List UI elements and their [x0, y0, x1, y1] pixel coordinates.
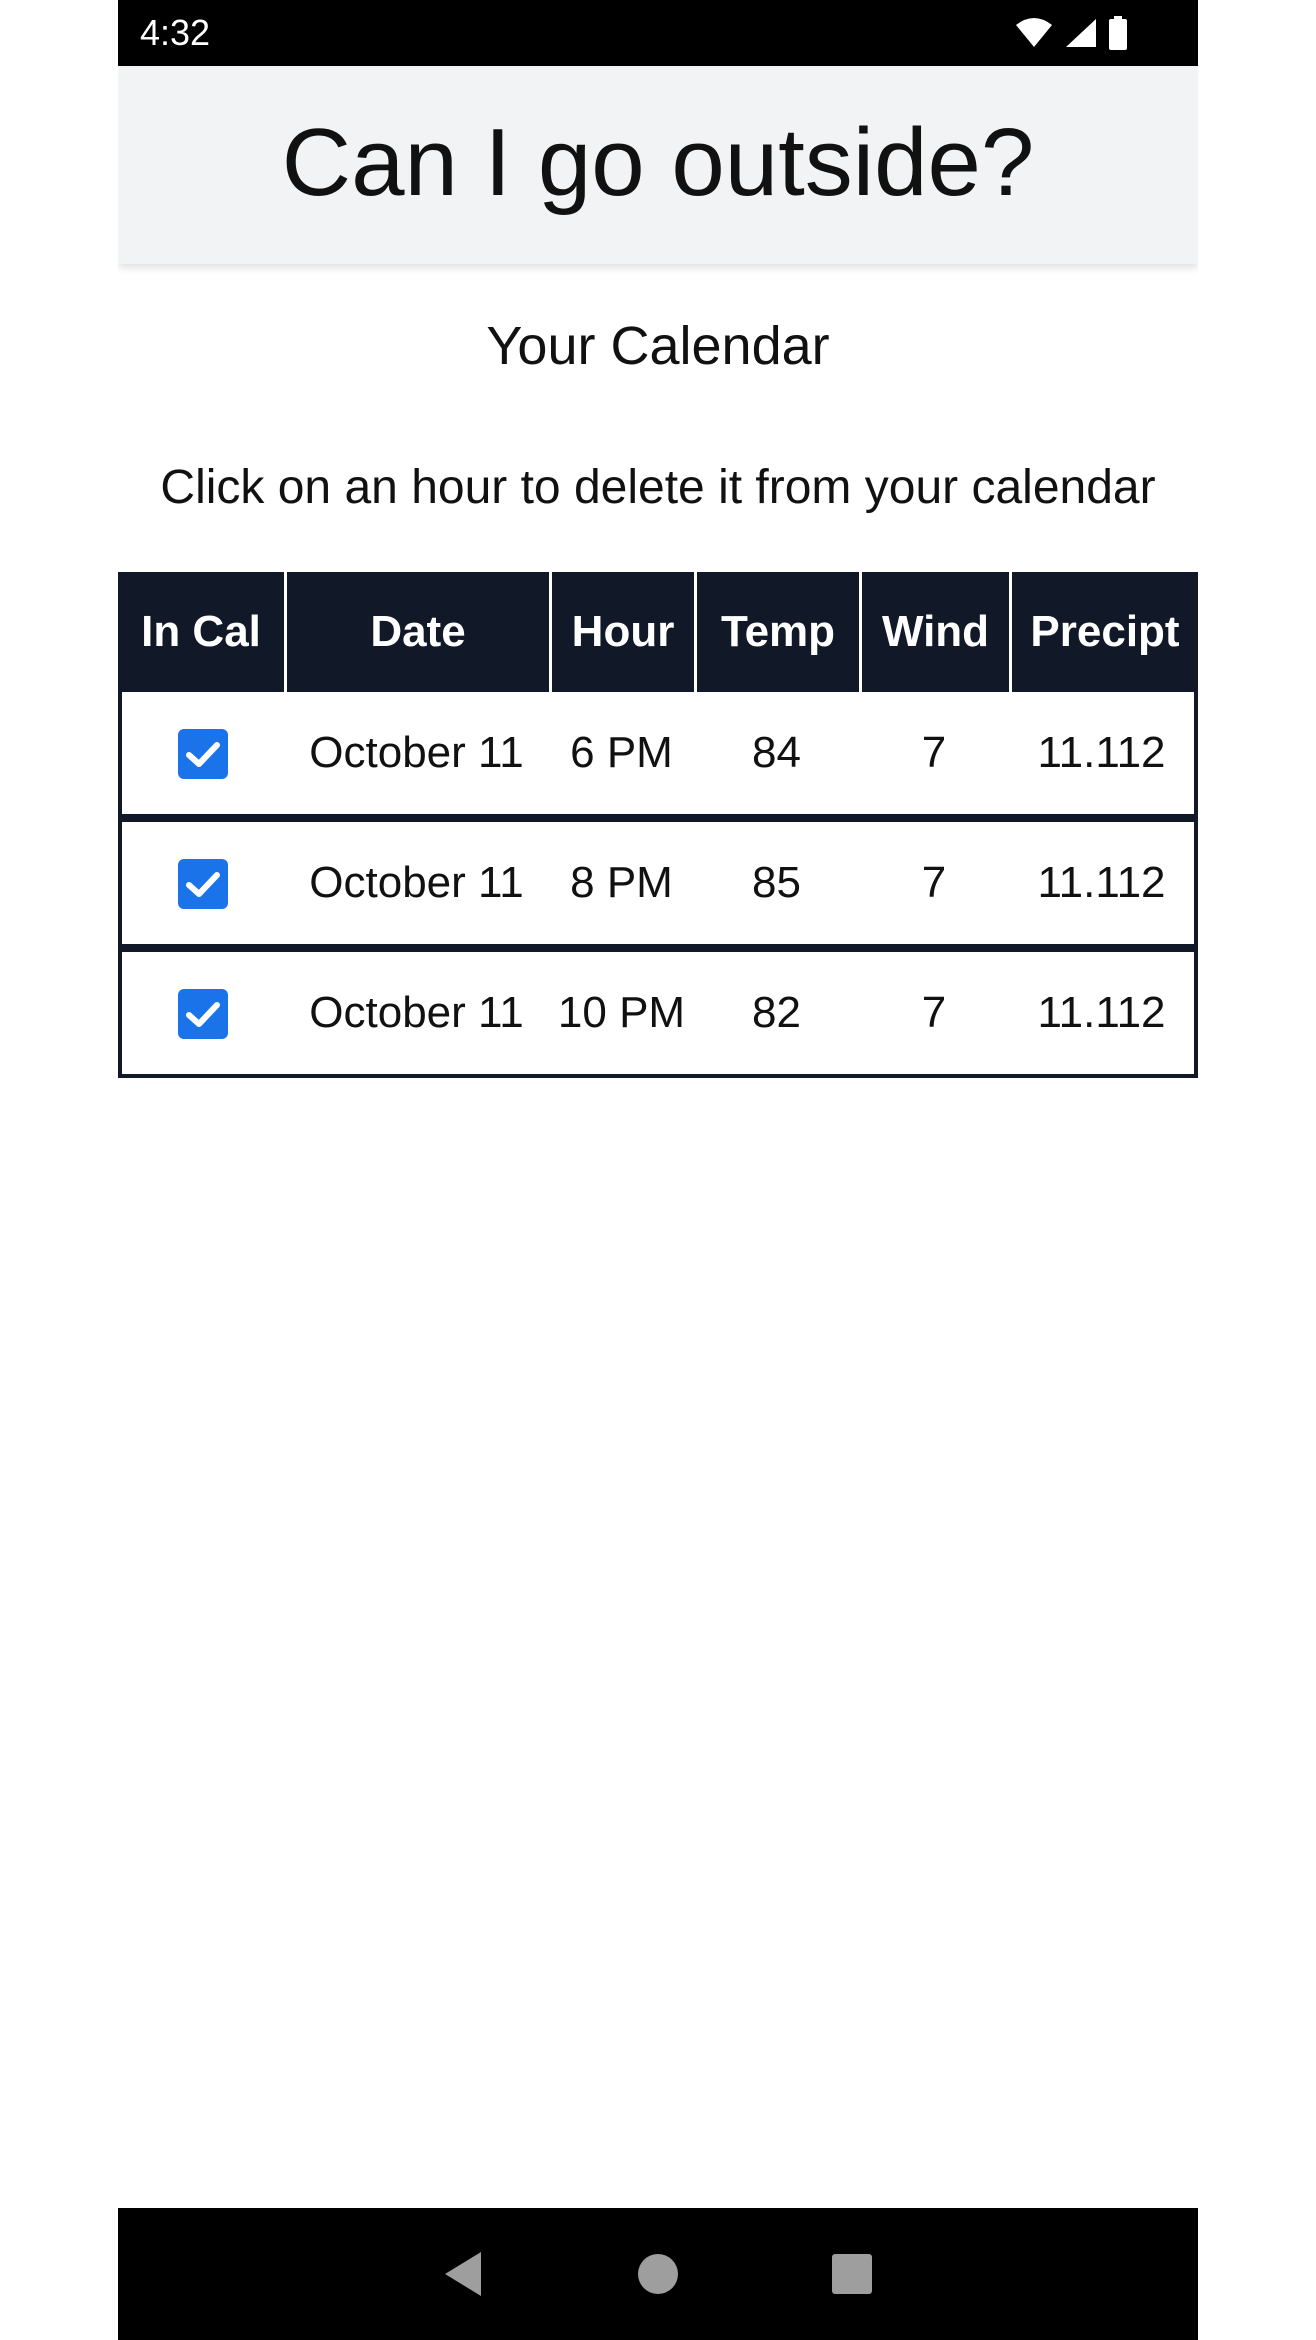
checkmark-icon [186, 742, 220, 768]
wind-cell: 7 [859, 948, 1009, 1078]
home-button[interactable] [592, 2208, 724, 2340]
wind-cell: 7 [859, 692, 1009, 818]
calendar-table: In Cal Date Hour Temp Wind Precipt Octob… [118, 572, 1198, 1078]
back-icon [445, 2252, 481, 2296]
table-row[interactable]: October 11 10 PM 82 7 11.112 [118, 948, 1198, 1078]
column-header-wind: Wind [859, 572, 1009, 692]
table-row[interactable]: October 11 8 PM 85 7 11.112 [118, 818, 1198, 948]
back-button[interactable] [398, 2208, 530, 2340]
precip-cell: 11.112 [1009, 692, 1198, 818]
temp-cell: 84 [694, 692, 859, 818]
phone-screen: 4:32 Can I go outside? Your Calendar Cli… [118, 0, 1198, 2340]
in-cal-checkbox[interactable] [178, 729, 228, 780]
navigation-bar [118, 2208, 1198, 2340]
temp-cell: 85 [694, 818, 859, 948]
checkmark-icon [186, 872, 220, 898]
recents-button[interactable] [786, 2208, 918, 2340]
calendar-title: Your Calendar [486, 316, 830, 376]
date-cell: October 11 [284, 818, 549, 948]
precip-cell: 11.112 [1009, 948, 1198, 1078]
status-bar: 4:32 [118, 0, 1198, 66]
column-header-hour: Hour [549, 572, 694, 692]
in-cal-checkbox[interactable] [178, 989, 228, 1040]
table-header-row: In Cal Date Hour Temp Wind Precipt [118, 572, 1198, 692]
battery-icon [1108, 16, 1128, 50]
precip-cell: 11.112 [1009, 818, 1198, 948]
hour-cell[interactable]: 6 PM [549, 692, 694, 818]
hour-cell[interactable]: 8 PM [549, 818, 694, 948]
app-header: Can I go outside? [118, 66, 1198, 264]
column-header-date: Date [284, 572, 549, 692]
recents-icon [832, 2254, 872, 2294]
status-time: 4:32 [140, 12, 211, 53]
checkmark-icon [186, 1002, 220, 1028]
hour-cell[interactable]: 10 PM [549, 948, 694, 1078]
column-header-temp: Temp [694, 572, 859, 692]
home-icon [638, 2254, 678, 2294]
cell-signal-icon [1064, 17, 1098, 49]
table-row[interactable]: October 11 6 PM 84 7 11.112 [118, 692, 1198, 818]
in-cal-checkbox[interactable] [178, 859, 228, 910]
right-margin [1198, 0, 1316, 2340]
left-margin [0, 0, 118, 2340]
date-cell: October 11 [284, 692, 549, 818]
in-cal-cell [118, 948, 284, 1078]
wind-cell: 7 [859, 818, 1009, 948]
status-icons [1014, 16, 1128, 50]
app-title: Can I go outside? [281, 109, 1035, 216]
calendar-instructions: Click on an hour to delete it from your … [160, 461, 1156, 514]
in-cal-cell [118, 818, 284, 948]
wifi-icon [1014, 17, 1054, 49]
temp-cell: 82 [694, 948, 859, 1078]
in-cal-cell [118, 692, 284, 818]
column-header-precip: Precipt [1009, 572, 1198, 692]
column-header-in-cal: In Cal [118, 572, 284, 692]
date-cell: October 11 [284, 948, 549, 1078]
